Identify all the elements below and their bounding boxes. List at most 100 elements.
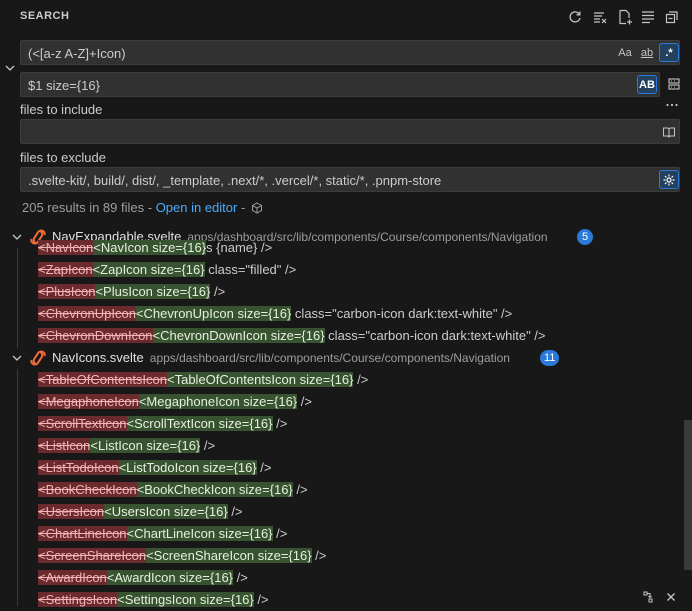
scrollbar-thumb[interactable] [684, 420, 692, 570]
dismiss-match-close-icon[interactable] [664, 590, 678, 604]
inserted-text: <ListIcon size={16} [90, 438, 201, 453]
match-row[interactable]: <ChevronUpIcon<ChevronUpIcon size={16} c… [38, 303, 512, 325]
chevron-down-icon[interactable] [10, 351, 24, 365]
inserted-text: <UsersIcon size={16} [104, 504, 228, 519]
inserted-text: <PlusIcon size={16} [95, 284, 211, 299]
match-context: /> [272, 526, 288, 541]
match-context: /> [233, 570, 248, 585]
match-context: /> [210, 284, 226, 299]
inserted-text: <ZapIcon size={16} [92, 262, 205, 277]
match-count-badge: 11 [540, 350, 560, 366]
deleted-text: <ChevronDownIcon [38, 328, 153, 343]
files-to-exclude-label: files to exclude [20, 150, 106, 165]
files-to-exclude-input[interactable]: .svelte-kit/, build/, dist/, _template, … [20, 167, 680, 192]
file-path: apps/dashboard/src/lib/components/Course… [149, 351, 510, 365]
use-exclude-settings-gear-icon[interactable] [659, 170, 679, 189]
inserted-text: <ListTodoIcon size={16} [118, 460, 257, 475]
deleted-text: <AwardIcon [38, 570, 107, 585]
panel-title: SEARCH [20, 10, 70, 22]
svelte-file-icon [30, 350, 46, 366]
replace-all-icon[interactable] [665, 75, 683, 93]
search-header: SEARCH [0, 0, 692, 34]
match-row[interactable]: <ListTodoIcon<ListTodoIcon size={16} /> [38, 457, 271, 479]
replace-match-icon[interactable] [641, 590, 655, 604]
inserted-text: <ScrollTextIcon size={16} [126, 416, 273, 431]
chevron-down-icon[interactable] [10, 230, 24, 244]
deleted-text: <SettingsIcon [38, 592, 118, 607]
search-query-text: (<[a-z A-Z]+Icon) [28, 46, 126, 61]
files-to-exclude-value: .svelte-kit/, build/, dist/, _template, … [28, 173, 442, 188]
match-row[interactable]: <ChevronDownIcon<ChevronDownIcon size={1… [38, 325, 546, 347]
preserve-case-toggle[interactable]: AB [637, 75, 657, 94]
match-context: /> [311, 548, 327, 563]
open-in-editor-link[interactable]: Open in editor [156, 200, 238, 215]
deleted-text: <ScreenShareIcon [38, 548, 147, 563]
use-regex-toggle[interactable]: .* [659, 43, 679, 62]
deleted-text: <MegaphoneIcon [38, 394, 139, 409]
match-context: class="carbon-icon dark:text-white" /> [291, 306, 513, 321]
deleted-text: <ZapIcon [38, 262, 93, 277]
deleted-text: <ScrollTextIcon [38, 416, 127, 431]
inserted-text: <TableOfContentsIcon size={16} [167, 372, 354, 387]
inserted-text: <MegaphoneIcon size={16} [138, 394, 298, 409]
collapse-all-icon[interactable] [663, 8, 681, 26]
deleted-text: <BookCheckIcon [38, 482, 137, 497]
toggle-search-details-ellipsis-icon[interactable] [663, 96, 681, 114]
inserted-text: <ScreenShareIcon size={16} [146, 548, 312, 563]
deleted-text: <UsersIcon [38, 504, 105, 519]
inserted-text: <AwardIcon size={16} [106, 570, 234, 585]
tree-indent-guide [17, 369, 18, 606]
inserted-text: <ChevronUpIcon size={16} [135, 306, 292, 321]
match-row[interactable]: <SettingsIcon<SettingsIcon size={16} /> [38, 589, 269, 611]
match-context: /> [253, 592, 269, 607]
match-context: /> [297, 394, 312, 409]
match-row[interactable]: <BookCheckIcon<BookCheckIcon size={16} /… [38, 479, 308, 501]
match-row[interactable]: <ListIcon<ListIcon size={16} /> [38, 435, 215, 457]
inserted-text: <BookCheckIcon size={16} [136, 482, 293, 497]
search-input[interactable]: (<[a-z A-Z]+Icon) Aa ab .* [20, 40, 680, 65]
match-context: /> [200, 438, 216, 453]
refresh-icon[interactable] [566, 8, 584, 26]
match-row[interactable]: <MegaphoneIcon<MegaphoneIcon size={16} /… [38, 391, 312, 413]
match-row[interactable]: <ZapIcon<ZapIcon size={16} class="filled… [38, 259, 296, 281]
match-count-badge: 5 [577, 229, 593, 245]
replace-value-text: $1 size={16} [28, 78, 100, 93]
match-row[interactable]: <AwardIcon<AwardIcon size={16} /> [38, 567, 248, 589]
view-as-tree-icon[interactable] [639, 8, 657, 26]
match-context: /> [272, 416, 288, 431]
deleted-text: <TableOfContentsIcon [38, 372, 167, 387]
match-context: class="filled" /> [204, 262, 297, 277]
new-search-editor-icon[interactable] [616, 8, 634, 26]
files-to-include-input[interactable] [20, 119, 680, 144]
search-only-open-editors-book-icon[interactable] [659, 122, 679, 141]
results-summary: 205 results in 89 files - Open in editor… [22, 200, 263, 217]
toggle-replace-chevron-down-icon[interactable] [3, 61, 17, 75]
results-count-text: 205 results in 89 files - [22, 200, 156, 215]
file-result-header[interactable]: NavIcons.svelte apps/dashboard/src/lib/co… [0, 347, 692, 369]
match-whole-word-toggle[interactable]: ab [637, 43, 657, 62]
inserted-text: <NavIcon size={16} [93, 240, 207, 255]
replace-input[interactable]: $1 size={16} AB [20, 72, 660, 97]
match-row[interactable]: <ChartLineIcon<ChartLineIcon size={16} /… [38, 523, 287, 545]
match-row[interactable]: <ScrollTextIcon<ScrollTextIcon size={16}… [38, 413, 287, 435]
tree-indent-guide [17, 248, 18, 348]
inserted-text: <ChevronDownIcon size={16} [152, 328, 325, 343]
match-row[interactable]: <UsersIcon<UsersIcon size={16} /> [38, 501, 243, 523]
deleted-text: <ChevronUpIcon [38, 306, 136, 321]
deleted-text: <PlusIcon [38, 284, 96, 299]
match-row[interactable]: <ScreenShareIcon<ScreenShareIcon size={1… [38, 545, 326, 567]
match-context: /> [256, 460, 272, 475]
match-context: /> [227, 504, 243, 519]
match-row[interactable]: <PlusIcon<PlusIcon size={16} /> [38, 281, 225, 303]
match-context: /> [292, 482, 308, 497]
match-case-toggle[interactable]: Aa [615, 43, 635, 62]
file-name: NavIcons.svelte [52, 350, 144, 365]
match-context: /> [353, 372, 369, 387]
deleted-text: <ChartLineIcon [38, 526, 127, 541]
deleted-text: <NavIcon [38, 240, 94, 255]
match-context: s {name} /> [206, 240, 273, 255]
match-context: class="carbon-icon dark:text-white" /> [324, 328, 546, 343]
match-row[interactable]: <NavIcon<NavIcon size={16}s {name} /> [38, 237, 272, 259]
clear-results-icon[interactable] [591, 8, 609, 26]
match-row[interactable]: <TableOfContentsIcon<TableOfContentsIcon… [38, 369, 368, 391]
